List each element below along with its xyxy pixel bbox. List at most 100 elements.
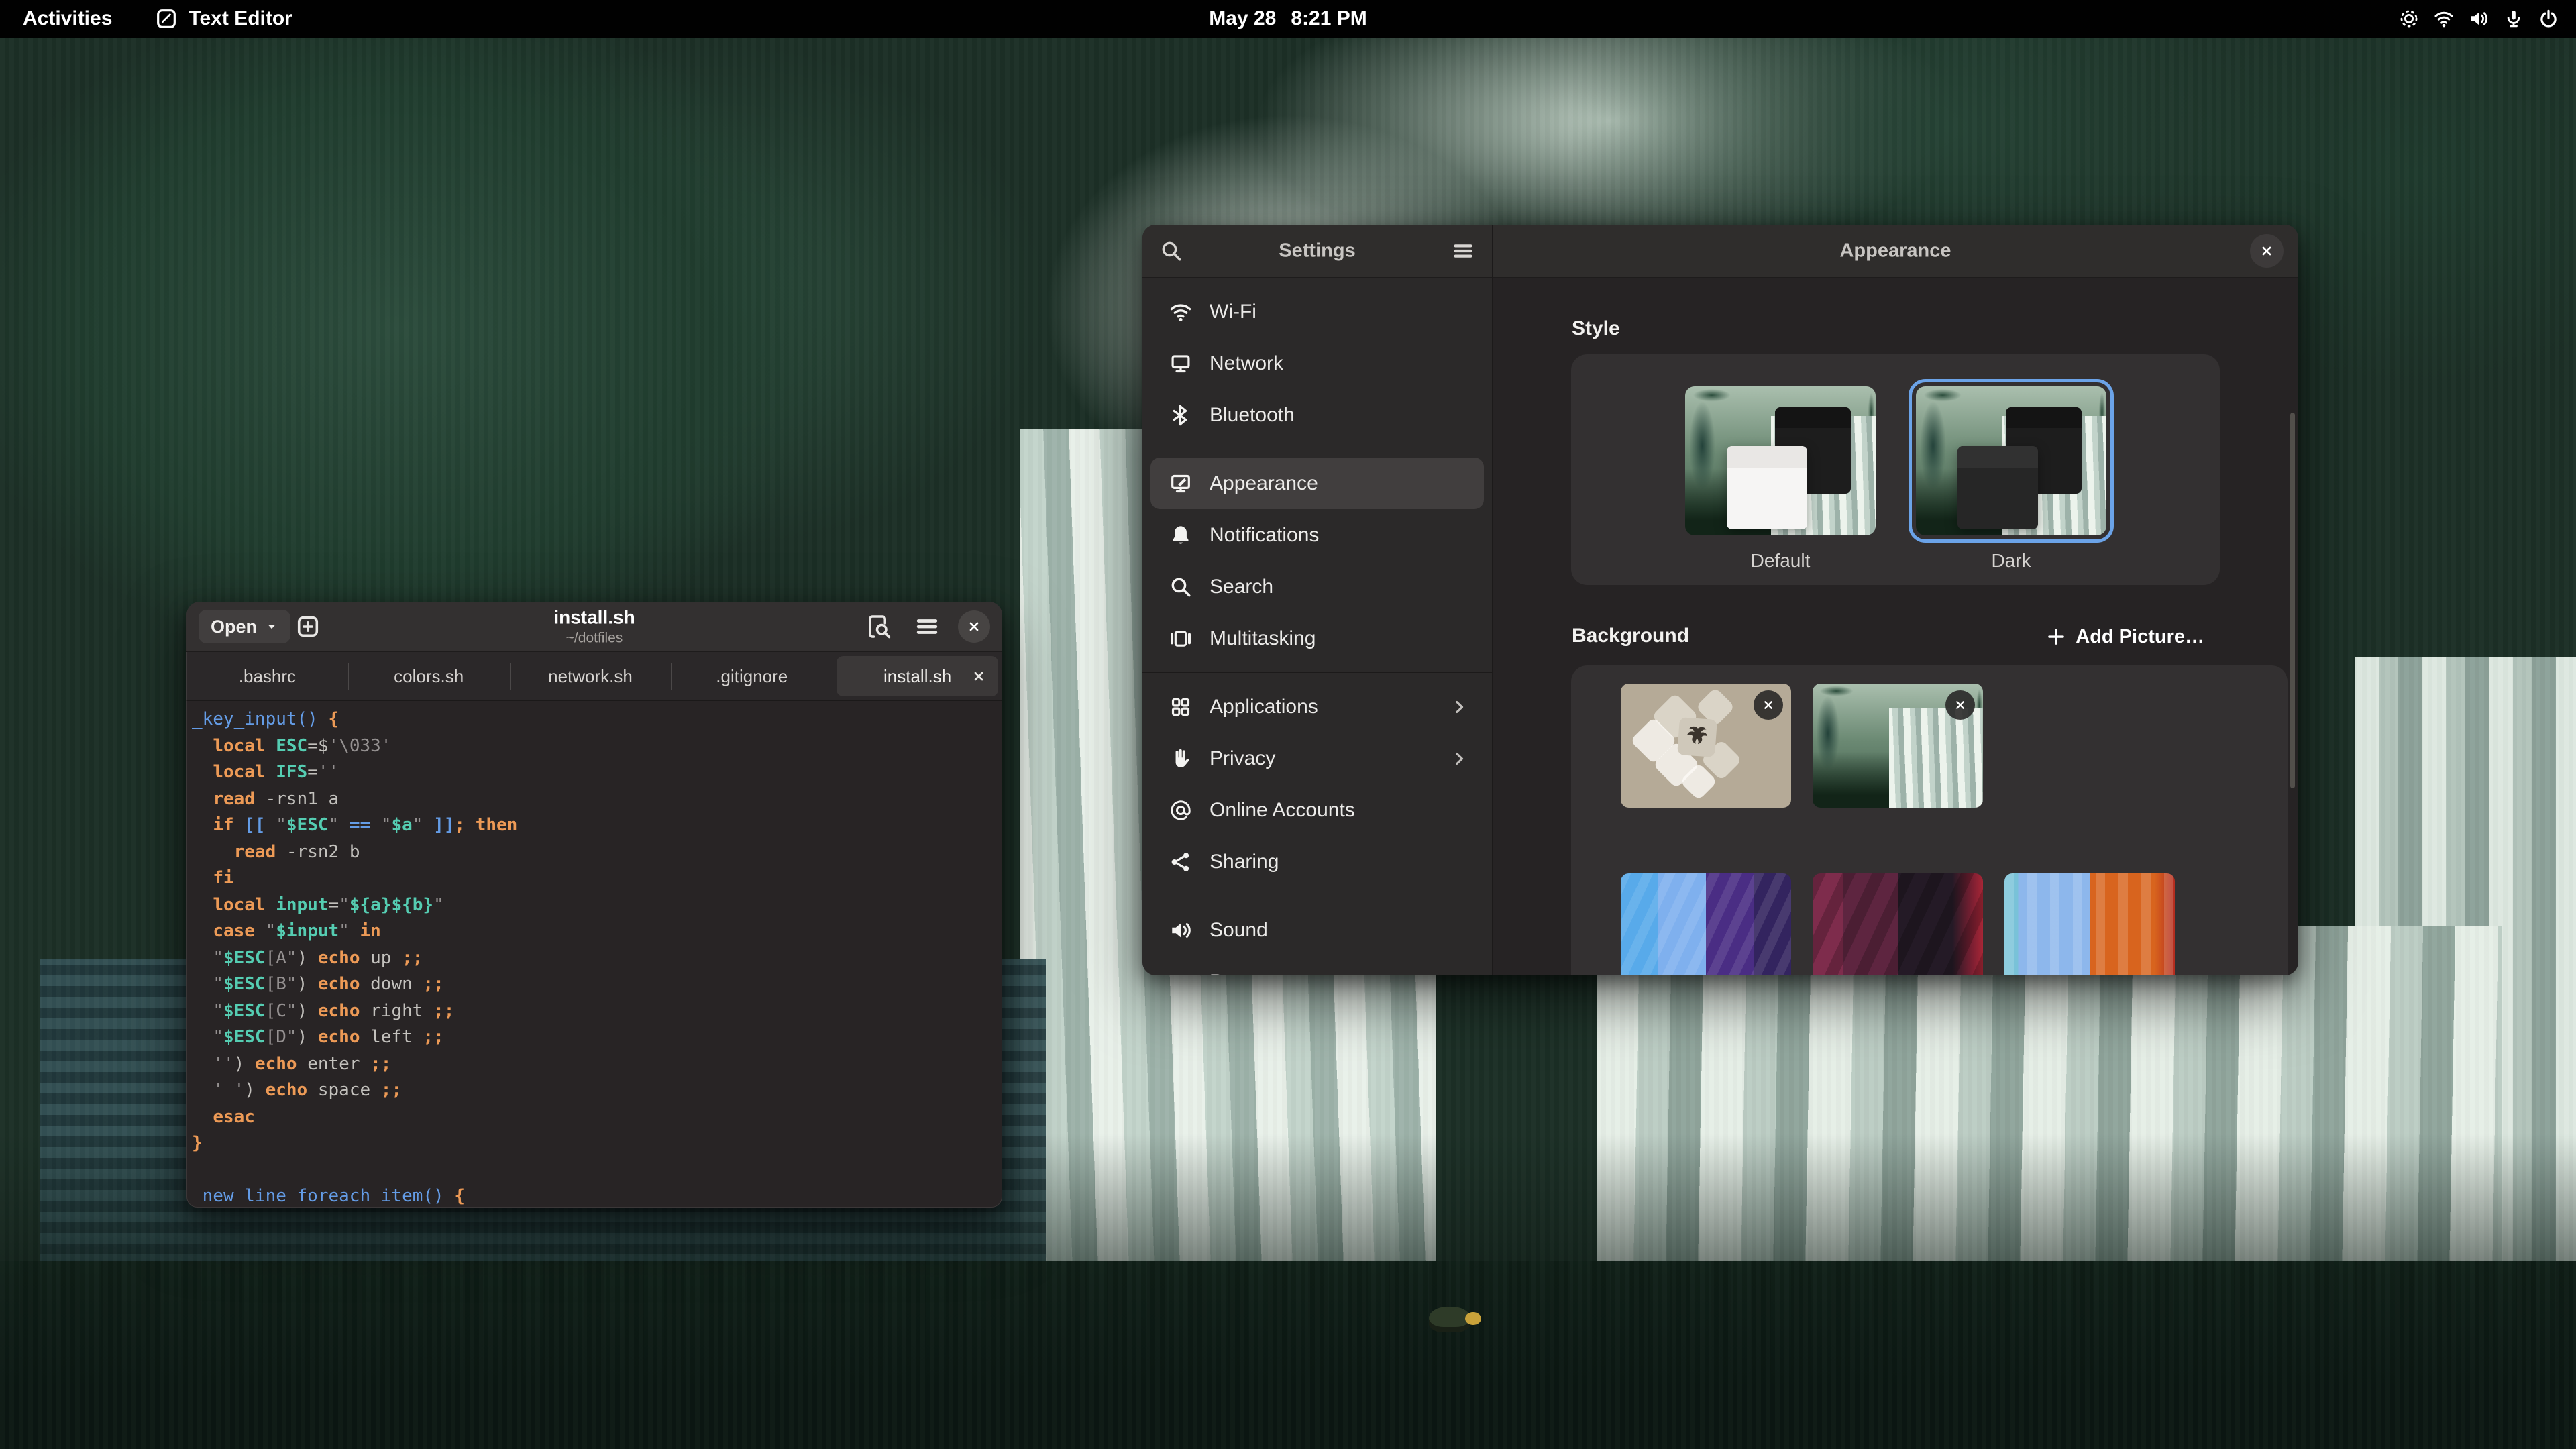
background-thumbnail-tiles-dragon[interactable] xyxy=(1621,684,1791,808)
sidebar-item-label: Appearance xyxy=(1210,472,1318,495)
open-button-label: Open xyxy=(211,616,257,637)
code-line: '') echo enter ;; xyxy=(192,1051,1002,1078)
code-line: "$ESC[B") echo down ;; xyxy=(192,971,1002,998)
add-picture-button[interactable]: Add Picture… xyxy=(2039,619,2211,654)
activities-label: Activities xyxy=(23,7,112,30)
sidebar-divider xyxy=(1142,672,1492,673)
sidebar-item-online-accounts[interactable]: Online Accounts xyxy=(1150,784,1484,836)
background-section-label: Background xyxy=(1572,625,1689,647)
editor-menu-button[interactable] xyxy=(910,609,945,644)
style-preview-default xyxy=(1685,386,1876,535)
remove-background-button[interactable] xyxy=(1945,690,1975,720)
clock-button[interactable]: May 28 8:21 PM xyxy=(1209,0,1366,38)
sidebar-item-label: Notifications xyxy=(1210,524,1319,547)
sidebar-item-network[interactable]: Network xyxy=(1150,337,1484,389)
sidebar-item-multitasking[interactable]: Multitasking xyxy=(1150,612,1484,664)
chevron-right-icon xyxy=(1450,750,1468,767)
settings-sidebar: Settings Wi-Fi Network Bluetooth Appearance… xyxy=(1142,225,1493,975)
sidebar-item-sharing[interactable]: Sharing xyxy=(1150,836,1484,888)
code-line: local ESC=$'\033' xyxy=(192,733,1002,760)
system-status-area[interactable] xyxy=(2399,0,2576,38)
settings-close-button[interactable] xyxy=(2250,234,2284,268)
sidebar-item-label: Network xyxy=(1210,352,1283,375)
style-preview-dark xyxy=(1916,386,2106,535)
sidebar-item-label: Bluetooth xyxy=(1210,404,1295,427)
code-line: local IFS='' xyxy=(192,759,1002,786)
activities-button[interactable]: Activities xyxy=(23,0,112,38)
tab-install-sh[interactable]: install.sh xyxy=(837,656,998,696)
hand-icon xyxy=(1169,747,1192,770)
style-option-label: Dark xyxy=(1916,550,2106,572)
remove-background-button[interactable] xyxy=(1754,690,1783,720)
tab-bashrc[interactable]: .bashrc xyxy=(186,652,348,700)
sidebar-item-label: Applications xyxy=(1210,696,1318,718)
editor-headerbar: Open install.sh ~/dotfiles xyxy=(186,602,1002,652)
settings-title: Settings xyxy=(1279,240,1355,262)
volume-icon xyxy=(2469,9,2489,29)
settings-search-button[interactable] xyxy=(1160,239,1183,262)
appearance-content: Style Default Dark Background xyxy=(1493,278,2298,975)
search-icon xyxy=(1160,239,1183,262)
sidebar-item-appearance[interactable]: Appearance xyxy=(1150,458,1484,509)
hamburger-menu-icon xyxy=(914,614,940,639)
sidebar-headerbar: Settings xyxy=(1142,225,1492,278)
document-search-button[interactable] xyxy=(861,609,896,644)
new-tab-button[interactable] xyxy=(290,609,325,644)
sidebar-item-sound[interactable]: Sound xyxy=(1150,904,1484,956)
appearance-panel: Appearance Style Default Dark xyxy=(1493,225,2298,975)
code-line: ' ') echo space ;; xyxy=(192,1077,1002,1104)
settings-menu-button[interactable] xyxy=(1452,239,1474,262)
sidebar-item-wifi[interactable]: Wi-Fi xyxy=(1150,286,1484,337)
code-line: read -rsn1 a xyxy=(192,786,1002,813)
open-button[interactable]: Open xyxy=(199,610,290,643)
close-icon xyxy=(967,619,981,634)
sidebar-item-bluetooth[interactable]: Bluetooth xyxy=(1150,389,1484,441)
sidebar-item-label: Online Accounts xyxy=(1210,799,1355,822)
style-section-label: Style xyxy=(1572,317,1620,340)
style-option-default[interactable]: Default xyxy=(1685,386,1876,572)
hamburger-menu-icon xyxy=(1452,239,1474,262)
document-path: ~/dotfiles xyxy=(553,631,635,647)
tab-gitignore[interactable]: .gitignore xyxy=(671,652,833,700)
sidebar-item-power[interactable]: Power xyxy=(1150,956,1484,975)
style-card: Default Dark xyxy=(1571,354,2220,585)
date-label: May 28 xyxy=(1209,7,1276,30)
tab-colors-sh[interactable]: colors.sh xyxy=(348,652,510,700)
panel-title: Appearance xyxy=(1839,240,1951,262)
caret-down-icon xyxy=(265,620,278,633)
sidebar-item-search[interactable]: Search xyxy=(1150,561,1484,612)
background-thumbnail-maroon-waves[interactable] xyxy=(1813,873,1983,975)
tab-close-icon[interactable] xyxy=(971,669,986,684)
document-search-icon xyxy=(865,613,892,640)
chevron-right-icon xyxy=(1450,698,1468,716)
text-editor-window: Open install.sh ~/dotfiles .bashrccolors… xyxy=(186,602,1002,1208)
dragon-logo xyxy=(1677,717,1717,757)
dragon-icon xyxy=(1683,723,1712,752)
code-editor[interactable]: _key_input() { local ESC=$'\033' local I… xyxy=(186,701,1002,1208)
time-label: 8:21 PM xyxy=(1291,7,1366,30)
sidebar-item-privacy[interactable]: Privacy xyxy=(1150,733,1484,784)
tab-label: network.sh xyxy=(548,666,633,687)
scrollbar[interactable] xyxy=(2290,413,2295,788)
sidebar-item-label: Privacy xyxy=(1210,747,1275,770)
bluetooth-icon xyxy=(1169,404,1192,427)
code-line: "$ESC[A") echo up ;; xyxy=(192,945,1002,972)
editor-close-button[interactable] xyxy=(958,610,990,643)
network-icon xyxy=(1169,352,1192,375)
background-thumbnail-blue-orange-drips[interactable] xyxy=(2004,873,2175,975)
background-thumbnail-blue-purple-hexagons[interactable] xyxy=(1621,873,1791,975)
appearance-headerbar: Appearance xyxy=(1493,225,2298,278)
code-line: "$ESC[D") echo left ;; xyxy=(192,1024,1002,1051)
focused-app-label: Text Editor xyxy=(189,7,292,30)
close-icon xyxy=(1762,698,1775,712)
sidebar-item-label: Multitasking xyxy=(1210,627,1316,650)
style-option-label: Default xyxy=(1685,550,1876,572)
focused-app-menu[interactable]: Text Editor xyxy=(155,0,292,38)
sidebar-item-applications[interactable]: Applications xyxy=(1150,681,1484,733)
background-thumbnail-forest-waterfall[interactable] xyxy=(1813,684,1983,808)
sidebar-list: Wi-Fi Network Bluetooth Appearance Notificat… xyxy=(1142,278,1492,975)
tab-label: install.sh xyxy=(883,666,951,687)
sidebar-item-notifications[interactable]: Notifications xyxy=(1150,509,1484,561)
style-option-dark[interactable]: Dark xyxy=(1916,386,2106,572)
tab-network-sh[interactable]: network.sh xyxy=(510,652,672,700)
